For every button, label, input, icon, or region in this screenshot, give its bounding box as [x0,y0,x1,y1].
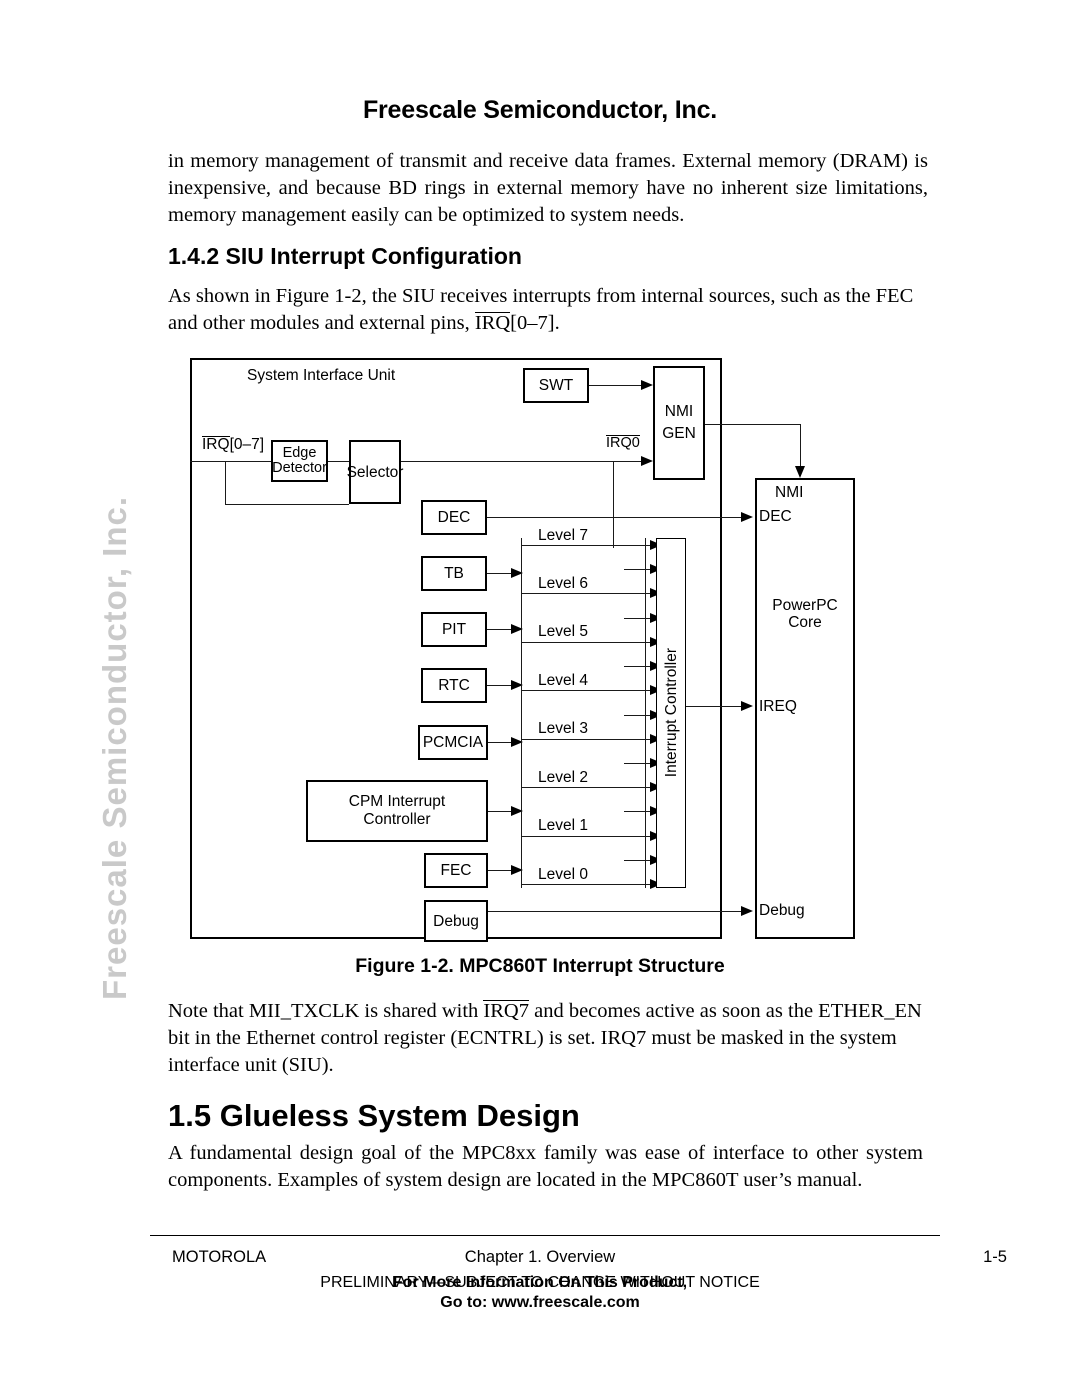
core-pin-dec: DEC [759,508,792,525]
irq-overline-1: IRQ [474,312,511,334]
ic-to-ireq-line [686,706,745,707]
irq-bypass-hline [225,504,349,505]
block-interrupt-controller[interactable]: Interrupt Controller [656,538,686,888]
block-debug[interactable]: Debug [424,900,488,942]
arrow-nmigen-to-core-nmi [794,466,805,478]
footer-rule [150,1235,940,1236]
footer-right: 1-5 [0,1248,1080,1267]
irq7-overline: IRQ7 [483,1000,529,1022]
core-name-line2: Core [788,614,822,631]
irq-bus-range: [0–7] [229,436,265,453]
edge-detector-line1: Edge [282,445,317,461]
footer-notice-more-info: For More Information On This Product, [392,1274,688,1291]
arrow-ic-to-ireq [741,700,753,711]
irq-bus-label: IRQ[0–7] [202,436,264,453]
paragraph-1-4-2: As shown in Figure 1-2, the SIU receives… [168,283,933,337]
irq0-label: IRQ0 [606,435,640,452]
dec-to-core-line [487,517,745,518]
cpm-line1: CPM Interrupt [348,793,446,810]
block-pit[interactable]: PIT [421,612,487,647]
level-label-6: Level 6 [538,575,588,592]
siu-label: System Interface Unit [247,367,396,384]
core-pin-ireq: IREQ [759,698,797,715]
irq-bypass-vline [225,461,226,504]
intro-paragraph: in memory management of transmit and rec… [168,150,928,226]
arrow-selector-to-nmigen [641,455,653,466]
heading-1-4-2: 1.4.2 SIU Interrupt Configuration [168,243,522,269]
core-pin-nmi: NMI [775,484,804,501]
irq-bus-overline: IRQ [202,436,230,453]
block-nmi-gen[interactable]: NMI GEN [653,366,705,480]
heading-1-5: 1.5 Glueless System Design [168,1098,580,1133]
block-swt[interactable]: SWT [523,368,589,403]
footer-page-number: 1-5 [983,1248,1007,1266]
irq0-branch-vline [613,461,614,548]
watermark-vertical: Freescale Semiconductor, Inc. [96,495,133,1000]
level-label-2: Level 2 [538,769,588,786]
irq0-overline: IRQ0 [606,435,640,451]
siu-outer-box [190,358,722,939]
block-edge-detector[interactable]: Edge Detector [271,440,328,482]
block-fec[interactable]: FEC [424,853,488,888]
arrow-debug-to-core [741,905,753,916]
block-pcmcia[interactable]: PCMCIA [418,725,488,760]
level-label-0: Level 0 [538,866,588,883]
cpm-line2: Controller [363,811,431,828]
level-label-5: Level 5 [538,623,588,640]
paragraph-1-4-2-b: [0–7]. [510,312,560,334]
note-paragraph: Note that MII_TXCLK is shared with IRQ7 … [168,998,938,1079]
arrow-dec-to-core [741,511,753,522]
footer-notice-goto: Go to: www.freescale.com [440,1294,640,1311]
level-label-4: Level 4 [538,672,588,689]
figure-caption: Figure 1-2. MPC860T Interrupt Structure [355,955,725,977]
nmi-gen-line2: GEN [662,425,696,442]
nmigen-out-vline [800,424,801,466]
block-selector[interactable]: Selector [347,440,403,504]
interrupt-controller-label: Interrupt Controller [662,648,680,778]
core-pin-debug: Debug [759,902,805,919]
core-name: PowerPC Core [755,597,855,631]
block-cpm-interrupt-controller[interactable]: CPM Interrupt Controller [306,780,488,842]
nmigen-out-hline [705,424,801,425]
debug-to-core-line [488,911,745,912]
block-tb[interactable]: TB [421,556,487,591]
nmi-gen-line1: NMI [664,403,694,420]
edge-to-selector-line [328,461,350,462]
paragraph-1-5: A fundamental design goal of the MPC8xx … [168,1142,923,1191]
irq-bus-line [190,461,272,462]
block-rtc[interactable]: RTC [421,668,487,703]
page-header-title: Freescale Semiconductor, Inc. [362,96,718,124]
level-label-3: Level 3 [538,720,588,737]
arrow-swt-to-nmigen [641,379,653,390]
level-label-1: Level 1 [538,817,588,834]
note-paragraph-a: Note that MII_TXCLK is shared with [168,1000,484,1022]
edge-detector-line2: Detector [272,460,327,476]
block-dec[interactable]: DEC [421,500,487,535]
swt-to-nmigen-line [589,385,641,386]
selector-to-nmigen-line [401,461,641,462]
level-label-7: Level 7 [538,527,588,544]
core-name-line1: PowerPC [772,597,838,614]
